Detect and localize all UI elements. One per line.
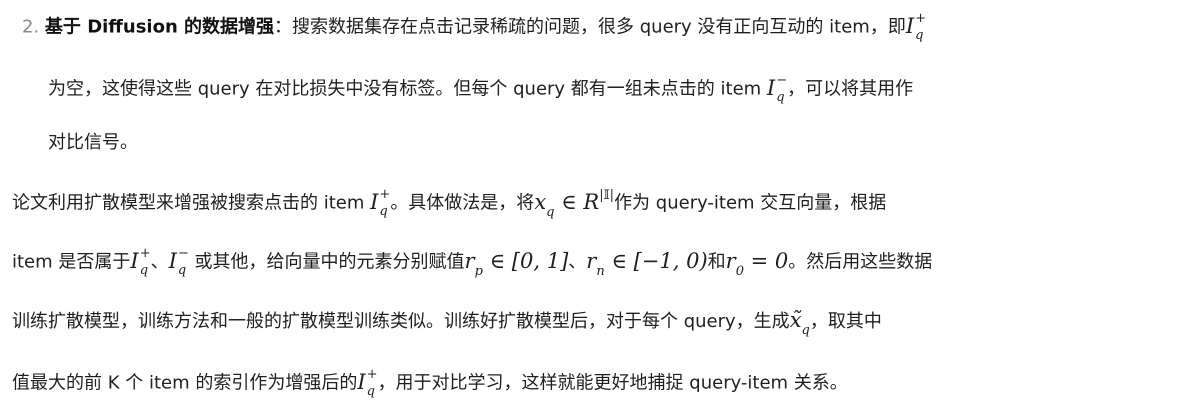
- math-I-q-minus: I − q: [766, 73, 788, 105]
- math-I-q-plus-4: I + q: [357, 367, 378, 399]
- math-I-q-plus-3: I + q: [130, 246, 151, 278]
- paragraph-line-3: 训练扩散模型，训练方法和一般的扩散模型训练类似。训练好扩散模型后，对于每个 qu…: [12, 308, 882, 338]
- paragraph-text-2a: item 是否属于: [12, 251, 131, 273]
- list-item-text-3: 对比信号。: [48, 132, 138, 153]
- math-x-tilde-q: x̃q: [789, 308, 810, 338]
- list-item-line-3: 对比信号。: [48, 134, 138, 152]
- paragraph-text-3: 训练扩散模型，训练方法和一般的扩散模型训练类似。训练好扩散模型后，对于每个 qu…: [12, 311, 790, 332]
- paragraph-text-2c: 或其他，给向量中的元素分别赋值: [188, 251, 465, 273]
- paragraph-text-2e: 和: [707, 251, 726, 273]
- document-page: 2. 基于 Diffusion 的数据增强：搜索数据集存在点击记录稀疏的问题，很…: [0, 0, 1199, 414]
- paragraph-line-4: 值最大的前 K 个 item 的索引作为增强后的I + q ，用于对比学习，这样就能更…: [12, 367, 848, 399]
- paragraph-line-2: item 是否属于I + q 、I − q 或其他，给向量中的元素分别赋值rp ∈ [0,…: [12, 246, 933, 279]
- list-number: 2.: [22, 16, 40, 38]
- math-xq-in-R: xq ∈ R|𝕀|: [534, 187, 615, 220]
- paragraph-text-2d: 、: [568, 251, 587, 273]
- math-I-q-plus: I + q: [905, 11, 927, 43]
- math-I-q-plus-2: I + q: [370, 187, 391, 219]
- paragraph-text-1c: 作为 query-item 交互向量，根据: [614, 192, 887, 214]
- list-item-line-2: 为空，这使得这些 query 在对比损失中没有标签。但每个 query 都有一组…: [48, 73, 914, 105]
- paragraph-text-3b: ，取其中: [809, 311, 882, 332]
- paragraph-line-1: 论文利用扩散模型来增强被搜索点击的 item I + q 。具体做法是，将xq ∈ R…: [12, 187, 887, 220]
- paragraph-text-1b: 。具体做法是，将: [390, 192, 535, 214]
- math-r0-zero: r0 = 0: [725, 248, 789, 279]
- paragraph-text-2b: 、: [150, 251, 169, 273]
- math-rp-interval: rp ∈ [0, 1]: [464, 248, 569, 279]
- paragraph-text-2f: 。然后用这些数据: [788, 251, 933, 273]
- paragraph-text-1a: 论文利用扩散模型来增强被搜索点击的 item: [12, 192, 371, 214]
- list-item-text-2b: ，可以将其用作: [787, 78, 914, 100]
- list-item-heading: 基于 Diffusion 的数据增强: [44, 16, 275, 38]
- paragraph-text-4b: ，用于对比学习，这样就能更好地捕捉 query-item 关系。: [377, 372, 848, 394]
- list-item-line-1: 2. 基于 Diffusion 的数据增强：搜索数据集存在点击记录稀疏的问题，很…: [22, 11, 927, 43]
- paragraph-text-4a: 值最大的前 K 个 item 的索引作为增强后的: [12, 372, 358, 394]
- list-item-text: ：搜索数据集存在点击记录稀疏的问题，很多 query 没有正向互动的 item，…: [274, 16, 906, 38]
- math-rn-interval: rn ∈ [−1, 0): [586, 248, 708, 279]
- list-item-text-2a: 为空，这使得这些 query 在对比损失中没有标签。但每个 query 都有一组…: [48, 78, 767, 100]
- math-I-q-minus-2: I − q: [168, 246, 189, 278]
